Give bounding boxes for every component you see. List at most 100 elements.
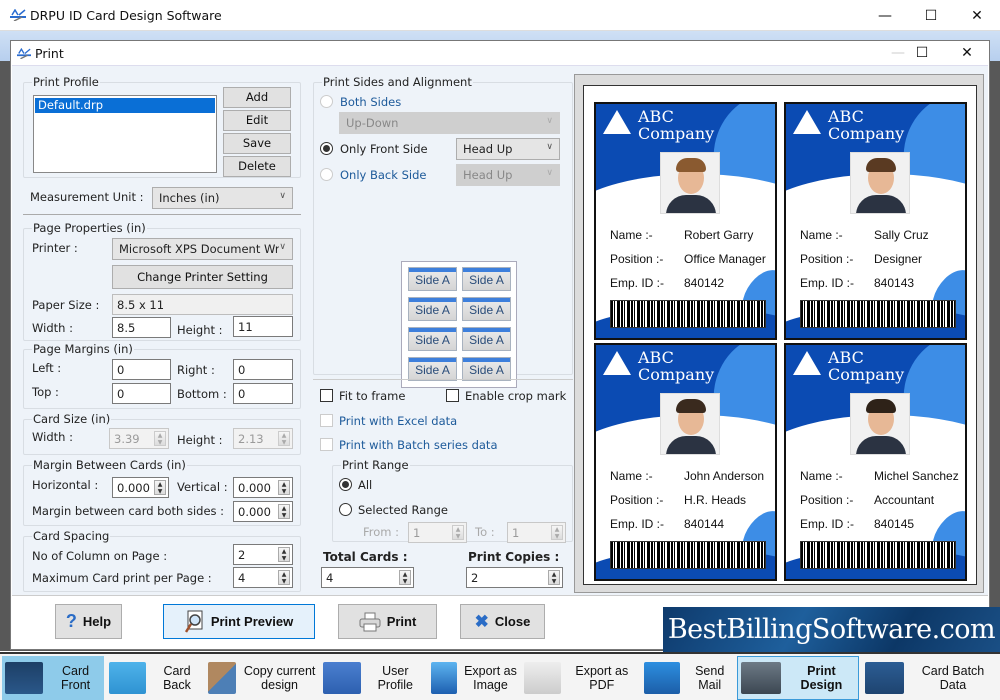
batch-data-checkbox[interactable] [320,438,333,451]
app-maximize-button[interactable]: ☐ [908,0,954,31]
toolbar-label: Card Back [163,664,191,692]
print-profile-label: Print Profile [32,75,100,89]
margin-left-input[interactable]: 0 [112,359,171,380]
employee-id: 840143 [874,276,915,290]
back-side-option-value: Head Up [463,168,513,182]
spinner-arrows-icon[interactable]: ▲ ▼ [278,570,290,585]
spinner-arrows-icon[interactable]: ▲ ▼ [278,504,290,519]
total-cards-spinner[interactable]: 4 ▲ ▼ [321,567,414,588]
paper-size-field[interactable]: 8.5 x 11 [112,294,293,315]
chevron-down-icon: ∨ [279,242,286,252]
both-sides-radio[interactable] [320,95,333,108]
toolbar-label: Copy current design [243,664,316,692]
side-tile: Side A [462,357,511,381]
columns-spinner[interactable]: 2 ▲ ▼ [233,544,293,565]
app-close-button[interactable]: ✕ [954,0,1000,31]
fit-to-frame-checkbox[interactable] [320,389,333,402]
employee-position: Office Manager [684,252,766,266]
page-height-input[interactable]: 11 [233,316,293,337]
company-logo-icon [603,351,631,375]
employee-photo [660,393,720,455]
company-name: ABC Company [638,108,714,142]
measurement-unit-value: Inches (in) [159,191,220,205]
vertical-spinner[interactable]: 0.000 ▲ ▼ [233,477,293,498]
toolbar-card-batch-data-button[interactable]: Card Batch Data [862,656,998,700]
toolbar-export-as-image-button[interactable]: Export as Image [428,656,520,700]
edit-profile-button[interactable]: Edit [223,110,291,131]
measurement-unit-select[interactable]: Inches (in) ∨ [152,187,293,209]
range-to-spinner[interactable]: 1 ▲ ▼ [507,522,566,543]
excel-data-checkbox[interactable] [320,414,333,427]
photo-hair [676,399,706,413]
change-printer-setting-button[interactable]: Change Printer Setting [112,265,293,289]
spinner-arrows-icon[interactable]: ▲ ▼ [278,480,290,495]
save-profile-button[interactable]: Save [223,133,291,154]
spinner-arrows-icon[interactable]: ▲ ▼ [154,480,166,495]
copy-design-icon [208,662,237,694]
spinner-arrows-icon[interactable]: ▲ ▼ [278,431,290,446]
position-label: Position :- [610,493,664,507]
card-height-spinner[interactable]: 2.13 ▲ ▼ [233,428,293,449]
print-copies-spinner[interactable]: 2 ▲ ▼ [466,567,563,588]
vertical-value: 0.000 [238,481,271,495]
employee-position: H.R. Heads [684,493,747,507]
both-sides-margin-spinner[interactable]: 0.000 ▲ ▼ [233,501,293,522]
spinner-arrows-icon[interactable]: ▲ ▼ [278,547,290,562]
crop-mark-checkbox[interactable] [446,389,459,402]
columns-value: 2 [238,548,246,562]
toolbar-label: Send Mail [695,664,725,692]
total-cards-value: 4 [326,571,334,585]
card-width-spinner[interactable]: 3.39 ▲ ▼ [109,428,169,449]
toolbar-export-as-pdf-button[interactable]: Export as PDF [521,656,639,700]
both-sides-select[interactable]: Up-Down ∨ [339,112,560,134]
spinner-arrows-icon[interactable]: ▲ ▼ [551,525,563,540]
toolbar-label: Print Design [800,664,843,692]
spinner-arrows-icon[interactable]: ▲ ▼ [452,525,464,540]
front-side-radio[interactable] [320,142,333,155]
delete-profile-button[interactable]: Delete [223,156,291,177]
toolbar-send-mail-button[interactable]: Send Mail [641,656,735,700]
add-profile-button[interactable]: Add [223,87,291,108]
max-cards-spinner[interactable]: 4 ▲ ▼ [233,567,293,588]
toolbar-card-back-button[interactable]: Card Back [106,656,204,700]
print-preview-button[interactable]: Print Preview [163,604,315,639]
card-width-label: Width : [32,430,73,444]
print-sides-label: Print Sides and Alignment [322,75,473,89]
toolbar-label: Export as PDF [575,664,629,692]
help-button[interactable]: ? Help [55,604,122,639]
profile-list-item[interactable]: Default.drp [35,98,215,113]
toolbar-card-front-button[interactable]: Card Front [2,656,104,700]
back-side-select[interactable]: Head Up ∨ [456,164,560,186]
app-minimize-button[interactable]: — [862,0,908,31]
measurement-unit-label: Measurement Unit : [30,190,144,204]
photo-body [666,195,716,213]
dialog-maximize-button[interactable]: ☐ [899,37,945,68]
id-card-preview: ABC Company Name :- Sally Cruz Position :- De… [784,102,967,340]
printer-select[interactable]: Microsoft XPS Document Wr ∨ [112,238,293,260]
spinner-arrows-icon[interactable]: ▲ ▼ [154,431,166,446]
page-properties-group: Page Properties (in) Printer : Microsoft… [23,221,301,341]
dialog-close-button[interactable]: ✕ [944,37,990,68]
toolbar-user-profile-button[interactable]: User Profile [320,656,426,700]
barcode [610,541,766,569]
print-button[interactable]: Print [338,604,437,639]
emp-id-label: Emp. ID :- [800,517,855,531]
back-side-label: Only Back Side [340,168,427,182]
range-selected-radio[interactable] [339,503,352,516]
margin-top-input[interactable]: 0 [112,383,171,404]
horizontal-spinner[interactable]: 0.000 ▲ ▼ [112,477,169,498]
range-from-spinner[interactable]: 1 ▲ ▼ [408,522,467,543]
page-width-input[interactable]: 8.5 [112,317,171,338]
front-side-select[interactable]: Head Up ∨ [456,138,560,160]
spinner-arrows-icon[interactable]: ▲ ▼ [399,570,411,585]
margin-bottom-input[interactable]: 0 [233,383,293,404]
toolbar-print-design-button[interactable]: Print Design [737,656,859,700]
print-label: Print [386,614,417,629]
profile-listbox[interactable]: Default.drp [33,95,217,173]
toolbar-copy-current-design-button[interactable]: Copy current design [205,656,319,700]
back-side-radio[interactable] [320,168,333,181]
range-all-radio[interactable] [339,478,352,491]
margin-right-input[interactable]: 0 [233,359,293,380]
spinner-arrows-icon[interactable]: ▲ ▼ [548,570,560,585]
close-button[interactable]: ✖ Close [460,604,545,639]
